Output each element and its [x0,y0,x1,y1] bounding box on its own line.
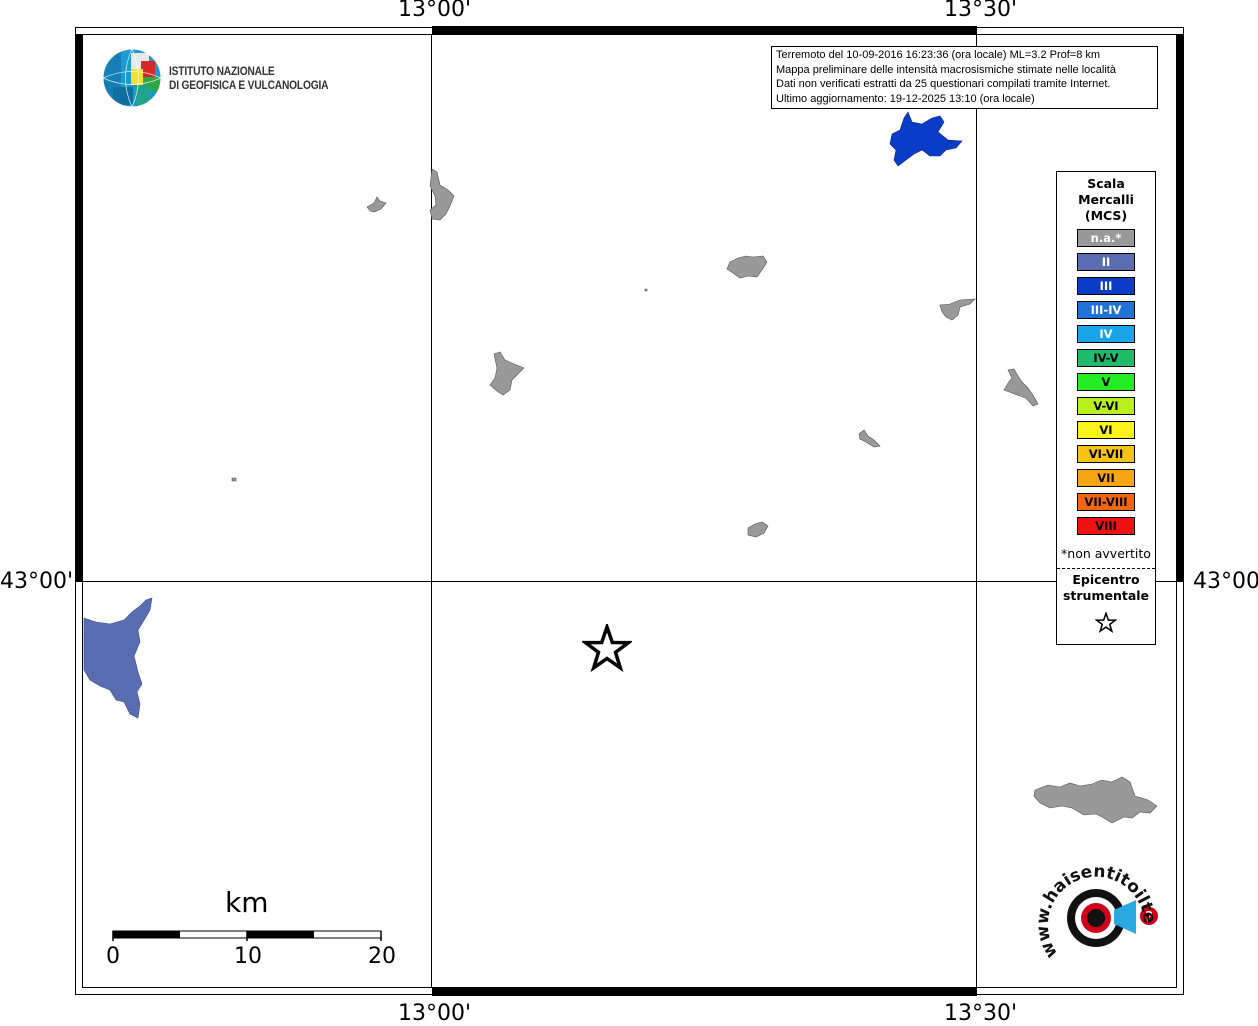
legend-epicenter-label1: Epicentro [1072,572,1140,587]
legend-swatch-item: VI [1077,421,1135,439]
legend-title-mcs: (MCS) [1084,208,1128,223]
legend-epicenter-label2: strumentale [1062,588,1150,603]
legend-swatch-item: V-VI [1077,397,1135,415]
legend-swatch-item: VI-VII [1077,445,1135,463]
ingv-logo-line1: ISTITUTO NAZIONALE [169,64,275,78]
municipality-polygon [747,521,769,538]
municipality-polygon [858,429,881,448]
scale-unit-label: km [225,886,269,919]
legend-epicenter-star-icon [1095,612,1117,633]
municipality-polygon [366,196,387,213]
scale-tick-0: 0 [106,944,120,969]
legend-swatch-item: III [1077,277,1135,295]
ingv-logo-line2: DI GEOFISICA E VULCANOLOGIA [169,78,329,92]
legend-title-mercalli: Mercalli [1078,192,1134,207]
municipality-polygon [726,255,768,279]
event-info-box: Terremoto del 10-09-2016 16:23:36 (ora l… [771,46,1158,109]
legend-swatch-item: V [1077,373,1135,391]
legend-swatch-item: III-IV [1077,301,1135,319]
scale-bar [112,930,382,941]
event-info-line4: Ultimo aggiornamento: 19-12-2025 13:10 (… [776,92,1035,105]
epicenter-star-icon [582,624,632,672]
municipality-polygon [1003,368,1039,407]
scale-tick-20: 20 [368,944,396,969]
legend-separator [1057,568,1155,569]
event-info-line3: Dati non verificati estratti da 25 quest… [776,78,1111,90]
intensity-legend: Scala Mercalli (MCS) n.a.* II III III-IV IV I… [1056,171,1156,645]
municipality-polygon [1033,776,1158,824]
municipality-polygon [489,351,525,396]
legend-swatch-item: IV [1077,325,1135,343]
legend-swatch-item: IV-V [1077,349,1135,367]
municipality-polygon-intensity-III [889,111,963,167]
legend-swatch-item: VII [1077,469,1135,487]
legend-swatch-item: VIII [1077,517,1135,535]
municipality-polygon [429,168,455,221]
legend-note-not-felt: *non avvertito [1061,546,1151,561]
municipality-polygon [939,298,976,321]
legend-swatch-item: VII-VIII [1077,493,1135,511]
legend-swatch-item: n.a.* [1077,229,1135,247]
municipality-polygon [231,477,237,482]
hai-sentito-logo-icon: ? www.haisentitoilterremoto.it [1036,858,1159,961]
legend-title-scala: Scala [1087,176,1125,191]
scale-tick-10: 10 [234,944,262,969]
municipality-polygon [644,288,648,292]
ingv-logo-icon [101,47,163,109]
legend-swatch-item: II [1077,253,1135,271]
event-info-line2: Mappa preliminare delle intensità macros… [776,63,1116,76]
municipality-polygon-intensity-II [83,597,153,719]
event-info-line1: Terremoto del 10-09-2016 16:23:36 (ora l… [776,49,1101,61]
